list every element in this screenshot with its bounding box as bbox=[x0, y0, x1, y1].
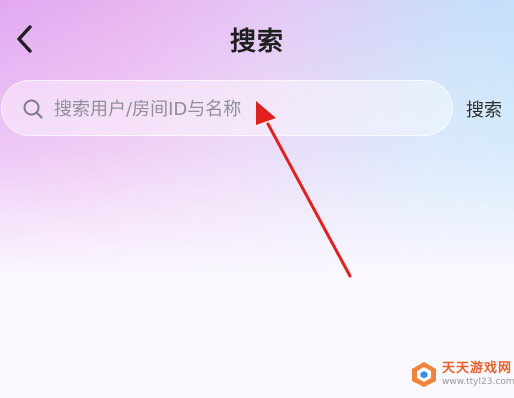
search-input[interactable] bbox=[54, 91, 434, 127]
annotation-arrow bbox=[256, 101, 352, 278]
search-icon bbox=[23, 99, 43, 119]
search-button[interactable]: 搜索 bbox=[466, 96, 502, 122]
page-title: 搜索 bbox=[229, 27, 284, 57]
watermark-url: www.ttyl23.com bbox=[442, 376, 514, 387]
watermark-logo-icon bbox=[412, 362, 436, 387]
watermark: 天天游戏网 www.ttyl23.com bbox=[410, 360, 514, 388]
search-bar[interactable] bbox=[1, 80, 453, 136]
watermark-title: 天天游戏网 bbox=[442, 360, 513, 376]
